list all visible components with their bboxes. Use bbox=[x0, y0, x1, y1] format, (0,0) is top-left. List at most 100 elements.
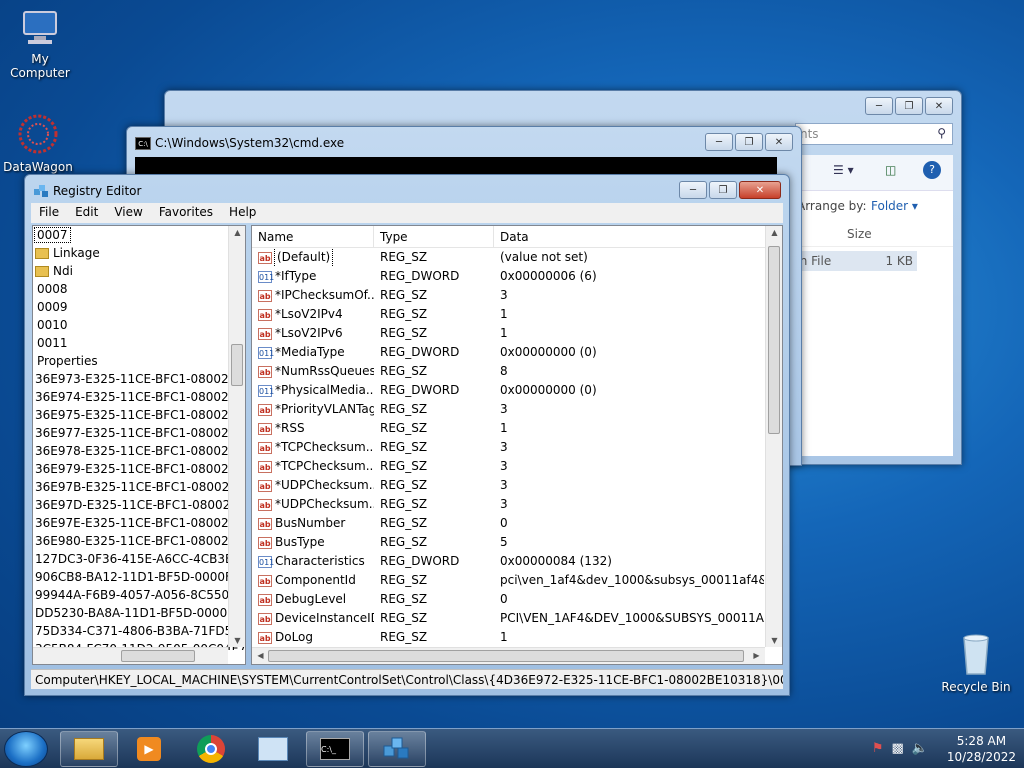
value-row[interactable]: ab DebugLevel REG_SZ 0 bbox=[252, 590, 782, 609]
tree-item[interactable]: 36E974-E325-11CE-BFC1-08002BE103 bbox=[33, 388, 245, 406]
value-data: 0x00000000 (0) bbox=[500, 345, 597, 359]
action-center-icon[interactable]: ⚑ bbox=[872, 741, 884, 756]
value-row[interactable]: 011 Characteristics REG_DWORD 0x00000084 (1… bbox=[252, 552, 782, 571]
maximize-button[interactable]: ❐ bbox=[709, 181, 737, 199]
value-row[interactable]: ab DoLog REG_SZ 1 bbox=[252, 628, 782, 647]
maximize-button[interactable]: ❐ bbox=[735, 133, 763, 151]
value-row[interactable]: ab *TCPChecksum... REG_SZ 3 bbox=[252, 438, 782, 457]
column-header-data[interactable]: Data bbox=[494, 226, 766, 247]
taskbar-chrome[interactable] bbox=[182, 731, 240, 767]
tree-item[interactable]: 36E979-E325-11CE-BFC1-08002BE103 bbox=[33, 460, 245, 478]
tree-item[interactable]: 36E973-E325-11CE-BFC1-08002BE103 bbox=[33, 370, 245, 388]
tree-item[interactable]: 36E97B-E325-11CE-BFC1-08002BE103 bbox=[33, 478, 245, 496]
minimize-button[interactable]: ─ bbox=[865, 97, 893, 115]
list-horizontal-scrollbar[interactable]: ◀ ▶ bbox=[252, 647, 765, 664]
value-row[interactable]: ab *UDPChecksum... REG_SZ 3 bbox=[252, 476, 782, 495]
volume-icon[interactable]: 🔈 bbox=[912, 741, 928, 756]
arrange-dropdown[interactable]: Folder ▾ bbox=[871, 199, 918, 213]
taskbar-explorer[interactable] bbox=[60, 731, 118, 767]
tree-item[interactable]: Properties bbox=[33, 352, 245, 370]
tree-item[interactable]: 99944A-F6B9-4057-A056-8C55022854 bbox=[33, 586, 245, 604]
taskbar-regedit[interactable] bbox=[368, 731, 426, 767]
taskbar-control-panel[interactable] bbox=[244, 731, 302, 767]
column-header-type[interactable]: Type bbox=[374, 226, 494, 247]
desktop-icon-recycle-bin[interactable]: Recycle Bin bbox=[936, 630, 1016, 694]
registry-values-list[interactable]: Name Type Data ab (Default) REG_SZ (value n… bbox=[251, 225, 783, 665]
tree-item[interactable]: 906CB8-BA12-11D1-BF5D-0000F805F5 bbox=[33, 568, 245, 586]
column-header-name[interactable]: Name bbox=[252, 226, 374, 247]
tree-item[interactable]: 0010 bbox=[33, 316, 245, 334]
minimize-button[interactable]: ─ bbox=[679, 181, 707, 199]
menu-help[interactable]: Help bbox=[221, 203, 264, 223]
menu-view[interactable]: View bbox=[106, 203, 150, 223]
tree-item[interactable]: 0011 bbox=[33, 334, 245, 352]
value-row[interactable]: ab BusType REG_SZ 5 bbox=[252, 533, 782, 552]
binary-icon: 011 bbox=[258, 384, 275, 397]
desktop-icon-datawagon[interactable]: DataWagon bbox=[0, 112, 78, 174]
value-row[interactable]: 011 *PhysicalMedia... REG_DWORD 0x00000000 … bbox=[252, 381, 782, 400]
value-row[interactable]: ab *UDPChecksum... REG_SZ 3 bbox=[252, 495, 782, 514]
registry-tree[interactable]: 0007 Linkage Ndi 0008 0009 0010 0011 Pro… bbox=[32, 225, 246, 665]
value-row[interactable]: ab *RSS REG_SZ 1 bbox=[252, 419, 782, 438]
clock[interactable]: 5:28 AM 10/28/2022 bbox=[947, 733, 1016, 765]
value-data: 0x00000084 (132) bbox=[500, 554, 612, 568]
string-icon: ab bbox=[258, 441, 272, 454]
tree-item[interactable]: DD5230-BA8A-11D1-BF5D-0000F805F bbox=[33, 604, 245, 622]
tree-item[interactable]: 127DC3-0F36-415E-A6CC-4CB3BE910 bbox=[33, 550, 245, 568]
tree-item[interactable]: 36E975-E325-11CE-BFC1-08002BE103 bbox=[33, 406, 245, 424]
value-row[interactable]: ab *LsoV2IPv4 REG_SZ 1 bbox=[252, 305, 782, 324]
folder-icon bbox=[35, 266, 49, 277]
value-row[interactable]: ab *PriorityVLANTag REG_SZ 3 bbox=[252, 400, 782, 419]
tree-horizontal-scrollbar[interactable] bbox=[33, 647, 228, 664]
list-vertical-scrollbar[interactable]: ▲ ▼ bbox=[765, 226, 782, 647]
value-row[interactable]: ab *IPChecksumOf... REG_SZ 3 bbox=[252, 286, 782, 305]
view-options-icon[interactable]: ☰ ▾ bbox=[833, 163, 854, 177]
tree-item[interactable]: Ndi bbox=[33, 262, 245, 280]
taskbar-cmd[interactable]: C:\_ bbox=[306, 731, 364, 767]
status-bar: Computer\HKEY_LOCAL_MACHINE\SYSTEM\Curre… bbox=[31, 669, 783, 689]
tree-vertical-scrollbar[interactable]: ▲ ▼ bbox=[228, 226, 245, 647]
minimize-button[interactable]: ─ bbox=[705, 133, 733, 151]
tree-item[interactable]: 0008 bbox=[33, 280, 245, 298]
string-icon: ab bbox=[258, 593, 272, 606]
value-row[interactable]: ab *TCPChecksum... REG_SZ 3 bbox=[252, 457, 782, 476]
taskbar-media-player[interactable]: ▶ bbox=[120, 731, 178, 767]
value-row[interactable]: ab BusNumber REG_SZ 0 bbox=[252, 514, 782, 533]
close-button[interactable]: ✕ bbox=[739, 181, 781, 199]
tree-item-selected[interactable]: 0007 bbox=[34, 227, 71, 243]
value-name: DoLog bbox=[275, 630, 314, 644]
string-icon: ab bbox=[258, 365, 272, 378]
close-button[interactable]: ✕ bbox=[925, 97, 953, 115]
value-data: 3 bbox=[500, 402, 508, 416]
value-row[interactable]: ab DeviceInstanceID REG_SZ PCI\VEN_1AF4&DEV… bbox=[252, 609, 782, 628]
help-icon[interactable]: ? bbox=[923, 161, 941, 179]
tree-item[interactable]: 36E978-E325-11CE-BFC1-08002BE103 bbox=[33, 442, 245, 460]
menu-edit[interactable]: Edit bbox=[67, 203, 106, 223]
value-type: REG_DWORD bbox=[380, 345, 460, 359]
value-row[interactable]: ab ComponentId REG_SZ pci\ven_1af4&dev_1000… bbox=[252, 571, 782, 590]
tree-item[interactable]: 75D334-C371-4806-B3BA-71FD53C925 bbox=[33, 622, 245, 640]
maximize-button[interactable]: ❐ bbox=[895, 97, 923, 115]
search-box[interactable]: nts ⚲ bbox=[795, 123, 953, 145]
preview-pane-icon[interactable]: ◫ bbox=[885, 163, 896, 177]
tree-item[interactable]: 0009 bbox=[33, 298, 245, 316]
tree-item[interactable]: 36E977-E325-11CE-BFC1-08002BE103 bbox=[33, 424, 245, 442]
start-button[interactable] bbox=[4, 731, 48, 767]
regedit-window[interactable]: Registry Editor ─ ❐ ✕ File Edit View Fav… bbox=[24, 174, 790, 696]
value-row[interactable]: 011 *MediaType REG_DWORD 0x00000000 (0) bbox=[252, 343, 782, 362]
file-row[interactable]: th File 1 KB bbox=[795, 251, 917, 271]
tree-item[interactable]: Linkage bbox=[33, 244, 245, 262]
value-row[interactable]: ab *NumRssQueues REG_SZ 8 bbox=[252, 362, 782, 381]
close-button[interactable]: ✕ bbox=[765, 133, 793, 151]
tree-item[interactable]: 36E97D-E325-11CE-BFC1-08002BE103 bbox=[33, 496, 245, 514]
size-column-header[interactable]: Size bbox=[847, 227, 872, 241]
tree-item[interactable]: 36E980-E325-11CE-BFC1-08002BE103 bbox=[33, 532, 245, 550]
menu-favorites[interactable]: Favorites bbox=[151, 203, 221, 223]
tree-item[interactable]: 36E97E-E325-11CE-BFC1-08002BE103 bbox=[33, 514, 245, 532]
desktop-icon-my-computer[interactable]: My Computer bbox=[0, 8, 80, 80]
value-row[interactable]: 011 *IfType REG_DWORD 0x00000006 (6) bbox=[252, 267, 782, 286]
menu-file[interactable]: File bbox=[31, 203, 67, 223]
value-row[interactable]: ab (Default) REG_SZ (value not set) bbox=[252, 248, 782, 267]
value-row[interactable]: ab *LsoV2IPv6 REG_SZ 1 bbox=[252, 324, 782, 343]
network-icon[interactable]: ▩ bbox=[892, 741, 904, 756]
